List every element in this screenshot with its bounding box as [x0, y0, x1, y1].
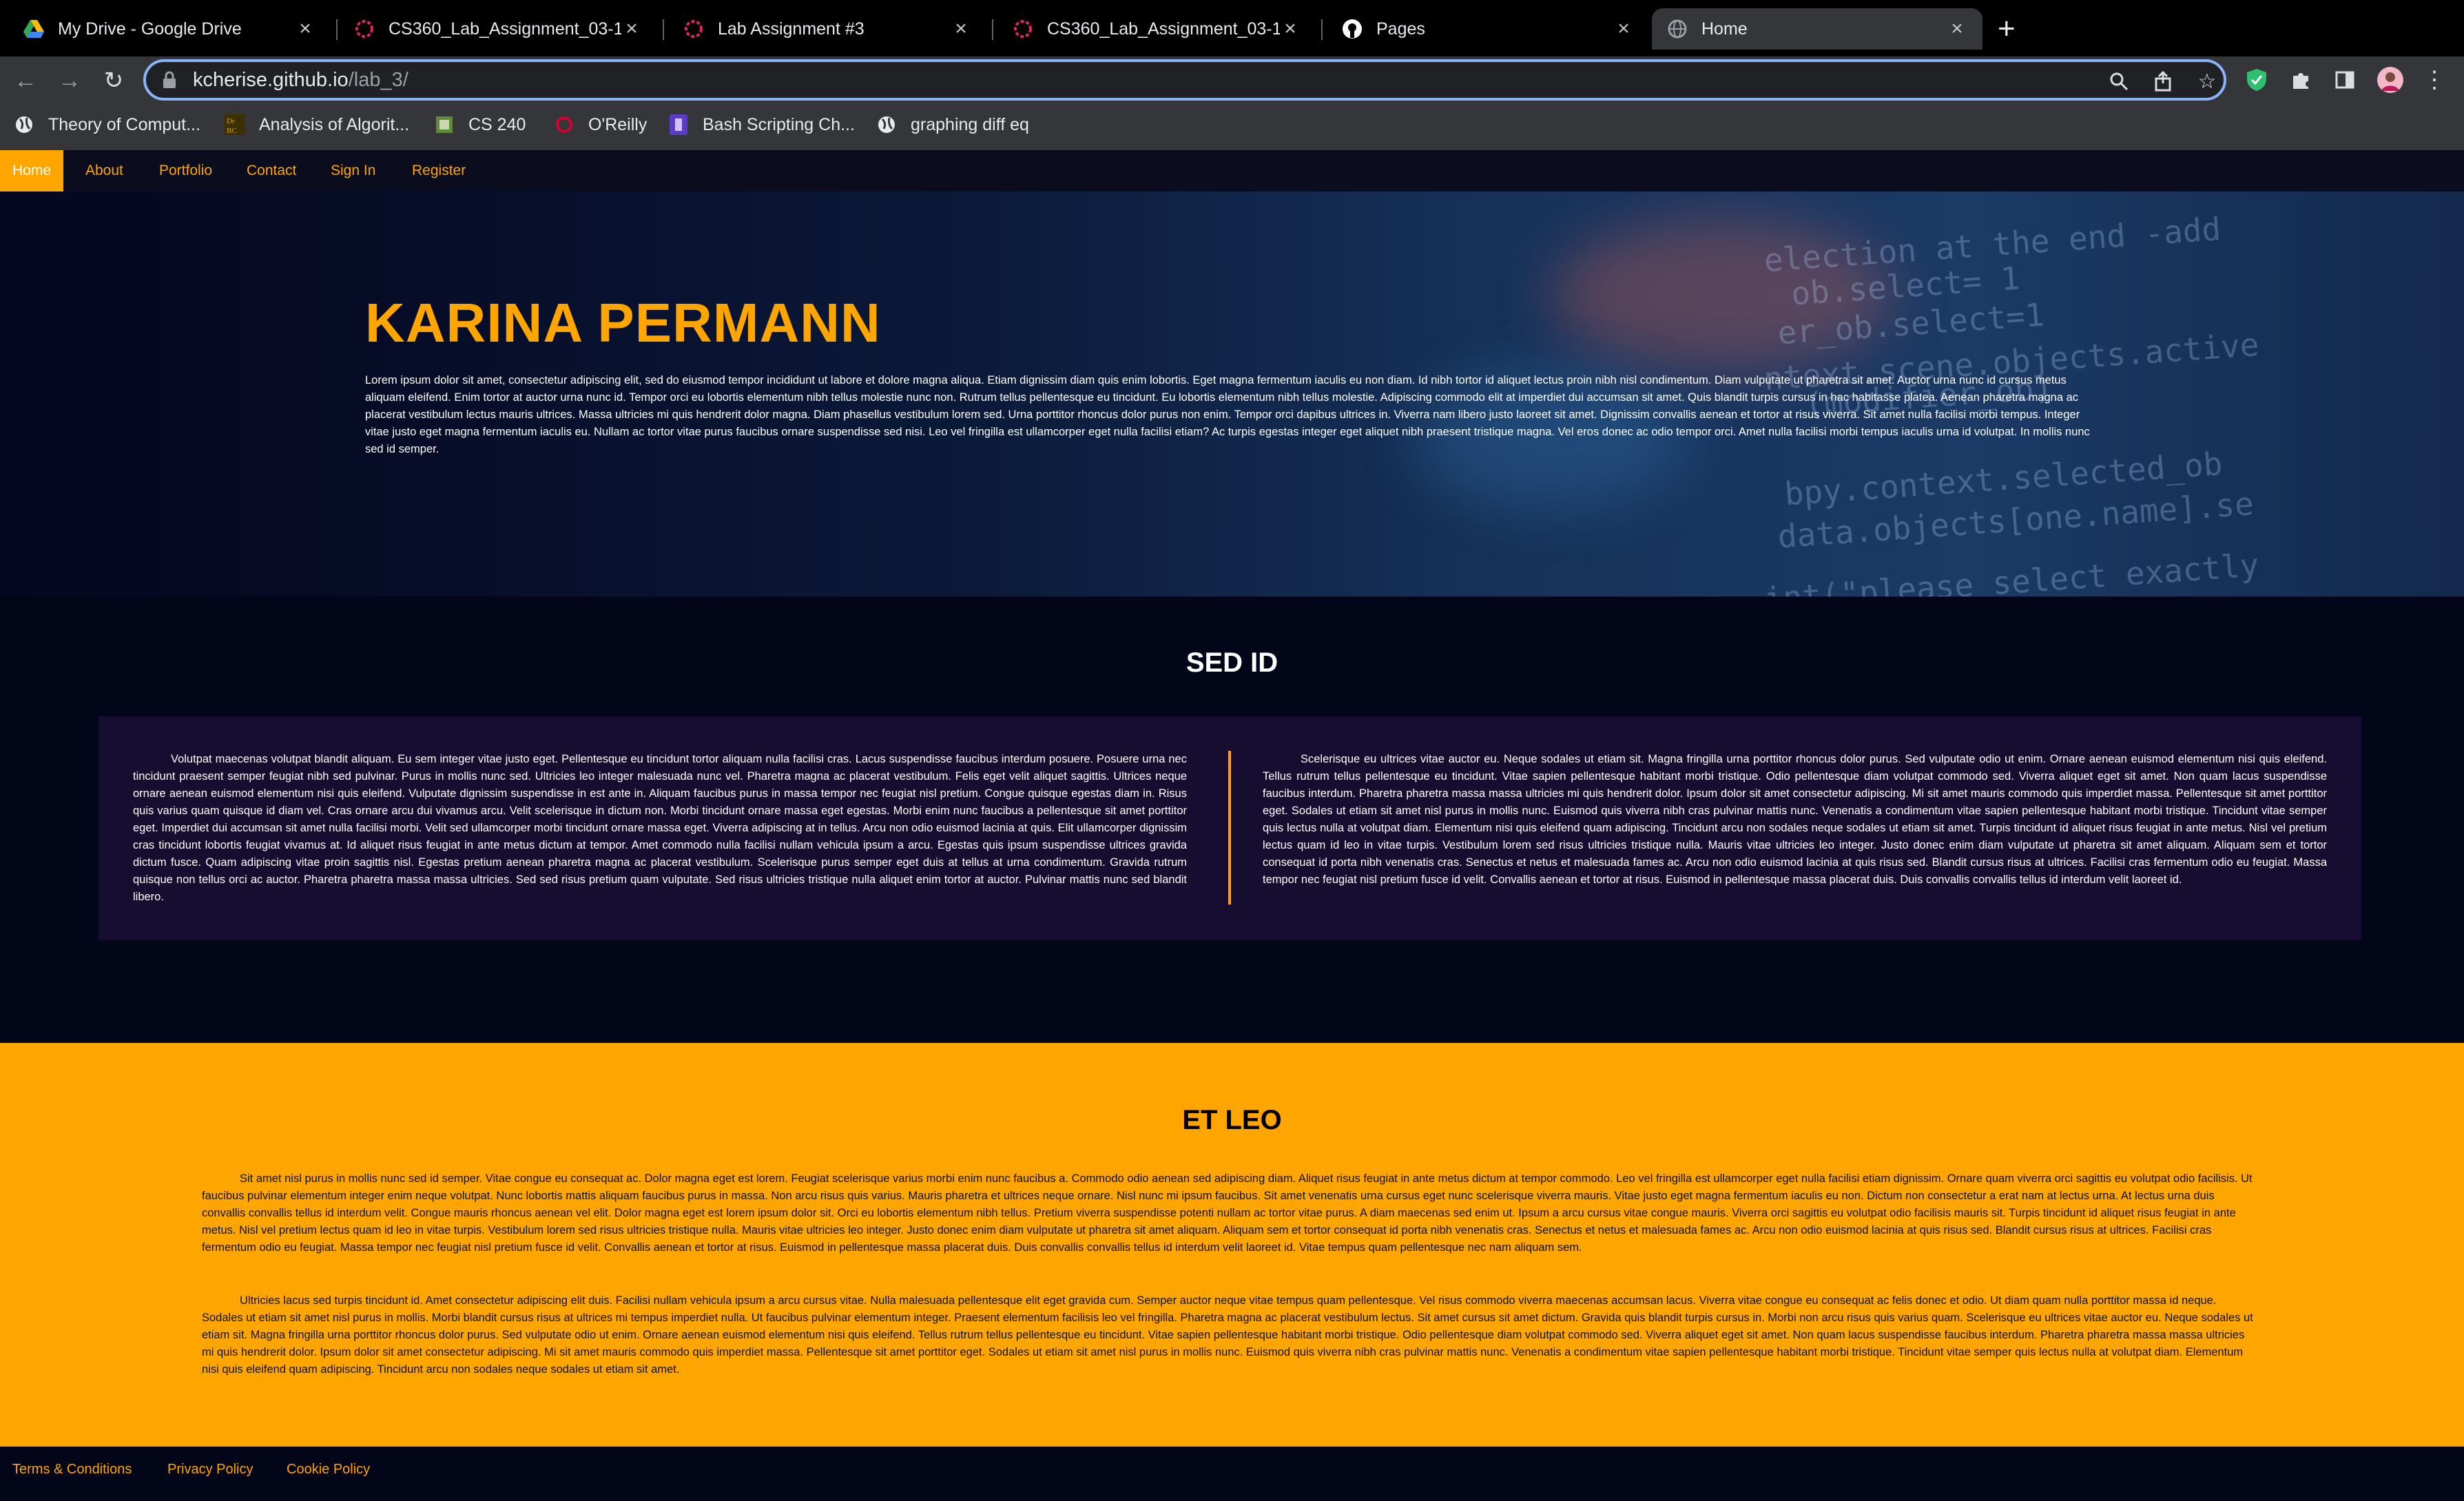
url-path: /lab_3/	[348, 69, 408, 91]
footer-privacy-link[interactable]: Privacy Policy	[167, 1462, 253, 1478]
nav-contact[interactable]: Contact	[247, 150, 296, 191]
close-icon[interactable]: ×	[1280, 17, 1301, 41]
close-icon[interactable]: ×	[951, 17, 971, 41]
bookmarks-bar: Theory of Comput... Dr BC Analysis of Alg…	[0, 105, 2464, 152]
hero-title: KARINA PERMANN	[365, 292, 881, 353]
close-icon[interactable]: ×	[1613, 17, 1634, 41]
reload-icon[interactable]: ↻	[96, 63, 131, 98]
tab-separator	[992, 19, 993, 40]
url-text: kcherise.github.io/lab_3/	[193, 69, 408, 92]
menu-kebab-icon[interactable]: ⋮	[2419, 65, 2450, 95]
bookmark-label: Analysis of Algorit...	[259, 114, 410, 134]
close-icon[interactable]: ×	[1947, 17, 1967, 41]
bookmark-cs-240[interactable]: CS 240	[434, 114, 526, 135]
canvas-icon	[683, 19, 704, 39]
hero-section: election at the end -add ob.select= 1 er…	[0, 191, 2464, 597]
bookmark-label: graphing diff eq	[911, 114, 1029, 134]
nav-about[interactable]: About	[85, 150, 123, 191]
browser-toolbar: ← → ↻ kcherise.github.io/lab_3/ ☆ ⋮ Theo…	[0, 56, 2464, 157]
tab-title: Pages	[1376, 19, 1425, 39]
tab-lab-assignment-pdf-2[interactable]: CS360_Lab_Assignment_03-1 ×	[997, 8, 1316, 50]
footer-terms-link[interactable]: Terms & Conditions	[12, 1462, 132, 1478]
back-arrow-icon[interactable]: ←	[8, 63, 43, 98]
tab-google-drive[interactable]: My Drive - Google Drive ×	[8, 8, 331, 50]
bookmark-label: CS 240	[468, 114, 526, 134]
nav-home[interactable]: Home	[0, 150, 64, 191]
new-tab-icon[interactable]: +	[1998, 12, 2016, 45]
tab-separator	[336, 19, 338, 40]
section-title-sed-id: SED ID	[1186, 648, 1278, 678]
tab-lab-assignment-pdf[interactable]: CS360_Lab_Assignment_03-1 ×	[339, 8, 657, 50]
github-icon	[1342, 19, 1363, 39]
bookmark-analysis-of-algorithms[interactable]: Dr BC Analysis of Algorit...	[225, 114, 409, 135]
shield-extension-icon[interactable]	[2242, 65, 2272, 95]
url-host: kcherise.github.io	[193, 69, 349, 91]
nav-portfolio[interactable]: Portfolio	[159, 150, 212, 191]
lock-icon	[163, 71, 176, 89]
hero-paragraph: Lorem ipsum dolor sit amet, consectetur …	[365, 374, 2090, 455]
canvas-icon	[354, 19, 375, 39]
svg-text:BC: BC	[227, 127, 237, 135]
bookmark-label: Theory of Comput...	[48, 114, 200, 134]
tab-title: Lab Assignment #3	[718, 19, 865, 39]
et-leo-paragraph-2: Ultricies lacus sed turpis tincidunt id.…	[202, 1294, 2253, 1376]
browser-tab-bar: My Drive - Google Drive × CS360_Lab_Assi…	[0, 0, 2464, 56]
address-bar[interactable]: kcherise.github.io/lab_3/ ☆	[143, 59, 2226, 101]
bookmark-label: Bash Scripting Ch...	[703, 114, 855, 134]
footer-cookie-link[interactable]: Cookie Policy	[287, 1462, 370, 1478]
share-icon[interactable]	[2151, 69, 2175, 94]
tab-title: My Drive - Google Drive	[58, 19, 242, 39]
bookmark-star-icon[interactable]: ☆	[2195, 69, 2219, 94]
bookmark-theory-of-computation[interactable]: Theory of Comput...	[14, 114, 200, 135]
globe-icon	[14, 114, 34, 135]
book-icon	[434, 114, 455, 135]
forward-arrow-icon[interactable]: →	[52, 63, 87, 98]
bookmark-graphing-diff-eq[interactable]: graphing diff eq	[876, 114, 1029, 135]
zoom-icon[interactable]	[2106, 69, 2131, 94]
tab-title: CS360_Lab_Assignment_03-1	[389, 19, 621, 39]
et-leo-section: ET LEO Sit amet nisl purus in mollis nun…	[0, 1043, 2464, 1447]
nav-register[interactable]: Register	[412, 150, 466, 191]
column-divider	[1228, 751, 1231, 904]
svg-text:Dr: Dr	[227, 117, 235, 125]
right-column-text: Scelerisque eu ultrices vitae auctor eu.…	[1263, 753, 2327, 886]
canvas-icon	[1013, 19, 1033, 39]
profile-avatar[interactable]	[2375, 65, 2405, 95]
close-icon[interactable]: ×	[295, 17, 315, 41]
bash-icon	[668, 114, 689, 135]
two-column-panel: Volutpat maecenas volutpat blandit aliqu…	[99, 716, 2361, 940]
globe-icon	[1667, 19, 1688, 39]
tab-home-active[interactable]: Home ×	[1652, 8, 1982, 50]
tab-title: Home	[1701, 19, 1748, 39]
tab-lab-assignment-3[interactable]: Lab Assignment #3 ×	[668, 8, 986, 50]
globe-icon	[876, 114, 897, 135]
tab-separator	[663, 19, 664, 40]
left-column-text: Volutpat maecenas volutpat blandit aliqu…	[133, 753, 1187, 903]
side-panel-icon[interactable]	[2330, 65, 2360, 95]
site-navbar: Home About Portfolio Contact Sign In Reg…	[0, 150, 2464, 191]
section-title-et-leo: ET LEO	[1182, 1105, 1282, 1135]
bookmark-bash-scripting[interactable]: Bash Scripting Ch...	[668, 114, 855, 135]
bookmark-label: O'Reilly	[588, 114, 648, 134]
oreilly-icon	[554, 114, 574, 135]
tab-github-pages[interactable]: Pages ×	[1327, 8, 1649, 50]
close-icon[interactable]: ×	[621, 17, 642, 41]
nav-sign-in[interactable]: Sign In	[331, 150, 375, 191]
bookmark-oreilly[interactable]: O'Reilly	[554, 114, 647, 135]
site-footer: Terms & Conditions Privacy Policy Cookie…	[0, 1447, 2464, 1501]
extensions-puzzle-icon[interactable]	[2286, 65, 2316, 95]
tab-separator	[1321, 19, 1323, 40]
et-leo-paragraph-1: Sit amet nisl purus in mollis nunc sed i…	[202, 1172, 2253, 1254]
hero-background-code: int("please select exactly	[1762, 546, 2261, 597]
tab-title: CS360_Lab_Assignment_03-1	[1047, 19, 1280, 39]
google-drive-icon	[23, 19, 44, 39]
drbc-icon: Dr BC	[225, 114, 245, 135]
